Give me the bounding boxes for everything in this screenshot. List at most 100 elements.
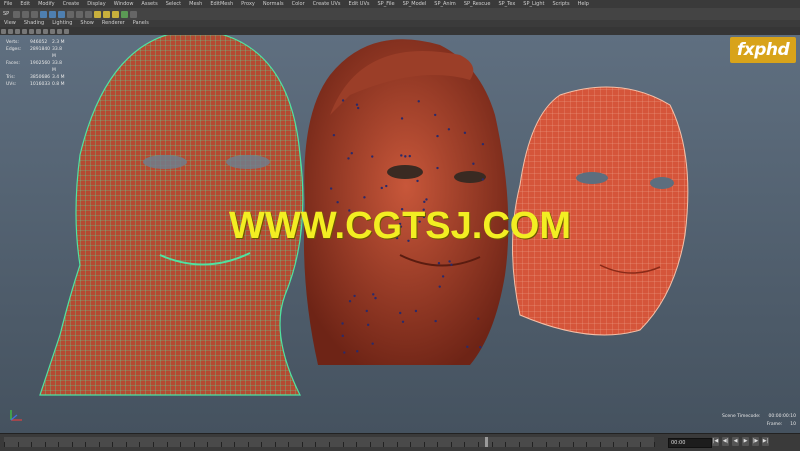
wireframe-icon[interactable] (29, 28, 34, 34)
step-forward-key-button[interactable]: |▶ (752, 437, 759, 446)
tracking-marker (348, 300, 352, 303)
timecode-value: 10 (790, 422, 796, 427)
tracking-marker (372, 293, 375, 296)
panel-menu-shading[interactable]: Shading (20, 20, 48, 27)
ipr-render-icon[interactable] (103, 10, 111, 18)
tracking-marker (425, 198, 428, 201)
tracking-marker (363, 196, 366, 199)
ruler-tick (450, 442, 452, 447)
xray-icon[interactable] (64, 28, 69, 34)
3d-viewport[interactable]: Verts: 946052 2.3 M Edges: 2891840 33.8 M Face… (0, 35, 800, 433)
save-scene-icon[interactable] (31, 10, 39, 18)
hud-stat-a: 3850686 (30, 75, 51, 80)
tracking-marker (463, 131, 467, 135)
input-line-icon[interactable] (130, 10, 138, 18)
panel-menu-renderer[interactable]: Renderer (98, 20, 129, 27)
smooth-shade-icon[interactable] (36, 28, 41, 34)
time-ruler[interactable] (4, 437, 655, 447)
menu-sp-rescue[interactable]: SP_Rescue (460, 0, 495, 8)
tracking-marker (374, 296, 377, 300)
open-scene-icon[interactable] (22, 10, 30, 18)
current-time-cursor[interactable] (485, 437, 488, 447)
menu-edit-uvs[interactable]: Edit UVs (345, 0, 374, 8)
panel-menu-lighting[interactable]: Lighting (48, 20, 76, 27)
play-forward-button[interactable]: ▶ (742, 437, 749, 446)
ruler-tick (125, 442, 127, 447)
tracking-marker (341, 322, 344, 325)
ruler-tick (261, 442, 263, 447)
snap-curve-icon[interactable] (76, 10, 84, 18)
ruler-tick (44, 442, 46, 447)
textured-head-model[interactable] (303, 39, 509, 366)
ruler-tick (477, 442, 479, 447)
ruler-tick (369, 442, 371, 447)
menu-sp-light[interactable]: SP_Light (519, 0, 548, 8)
camera-attributes-icon[interactable] (1, 28, 6, 34)
grid-toggle-icon[interactable] (22, 28, 27, 34)
menu-scripts[interactable]: Scripts (548, 0, 573, 8)
hud-stat-row: Verts: 946052 2.3 M (6, 39, 66, 46)
lights-icon[interactable] (50, 28, 55, 34)
tracking-marker (341, 99, 345, 102)
menu-normals[interactable]: Normals (259, 0, 288, 8)
menu-sp-anim[interactable]: SP_Anim (430, 0, 460, 8)
menu-sp-file[interactable]: SP_File (374, 0, 399, 8)
select-object-icon[interactable] (49, 10, 57, 18)
hud-stat-a: 1902560 (30, 61, 51, 66)
play-backward-button[interactable]: ◀ (732, 437, 739, 446)
menu-color[interactable]: Color (288, 0, 309, 8)
hud-stat-row: Edges: 2891840 33.8 M (6, 46, 66, 60)
menu-display[interactable]: Display (83, 0, 109, 8)
go-to-start-button[interactable]: |◀ (712, 437, 719, 446)
menu-create[interactable]: Create (59, 0, 84, 8)
tracking-marker (356, 350, 359, 353)
snap-point-icon[interactable] (85, 10, 93, 18)
timecode-row: Scene Timecode: 00:00:00:10 (722, 413, 796, 421)
current-time-field[interactable]: 00:00 (668, 438, 712, 448)
panel-menu-view[interactable]: View (0, 20, 20, 27)
step-back-key-button[interactable]: ◀| (722, 437, 729, 446)
ruler-tick (71, 442, 73, 447)
snap-grid-icon[interactable] (67, 10, 75, 18)
menu-window[interactable]: Window (110, 0, 138, 8)
tracking-marker (479, 345, 482, 349)
select-component-icon[interactable] (58, 10, 66, 18)
panel-menu-show[interactable]: Show (76, 20, 98, 27)
isolate-select-icon[interactable] (57, 28, 62, 34)
bookmark-icon[interactable] (8, 28, 13, 34)
render-settings-icon[interactable] (112, 10, 120, 18)
hud-stat-b: 2.3 M (52, 40, 65, 45)
ruler-tick (356, 442, 358, 447)
hud-stat-row: Tris: 3850686 3.4 M (6, 74, 66, 81)
new-scene-icon[interactable] (13, 10, 21, 18)
menu-sp-model[interactable]: SP_Model (399, 0, 431, 8)
image-plane-icon[interactable] (15, 28, 20, 34)
ruler-tick (599, 442, 601, 447)
menu-file[interactable]: File (0, 0, 16, 8)
hud-stat-row: Faces: 1902560 33.8 M (6, 60, 66, 74)
ruler-tick (4, 442, 5, 447)
tracking-marker (332, 133, 336, 137)
menu-edit[interactable]: Edit (16, 0, 34, 8)
hud-stat-label: Tris: (6, 75, 16, 80)
menu-sp-tex[interactable]: SP_Tex (494, 0, 519, 8)
menu-mesh[interactable]: Mesh (185, 0, 206, 8)
hud-stat-row: UVs: 1016033 0.8 M (6, 81, 66, 88)
ruler-tick (247, 442, 249, 447)
go-to-end-button[interactable]: ▶| (762, 437, 769, 446)
textured-icon[interactable] (43, 28, 48, 34)
menu-create-uvs[interactable]: Create UVs (309, 0, 345, 8)
menu-assets[interactable]: Assets (137, 0, 161, 8)
hud-stat-b: 33.8 M (52, 47, 63, 59)
menu-proxy[interactable]: Proxy (237, 0, 259, 8)
panel-menu-panels[interactable]: Panels (129, 20, 153, 27)
render-icon[interactable] (94, 10, 102, 18)
menu-set-selector[interactable]: SP (0, 11, 12, 17)
hypershade-icon[interactable] (121, 10, 129, 18)
menu-help[interactable]: Help (574, 0, 593, 8)
menu-select[interactable]: Select (162, 0, 185, 8)
menu-modify[interactable]: Modify (34, 0, 59, 8)
tracking-marker (353, 294, 356, 298)
menu-editmesh[interactable]: EditMesh (206, 0, 237, 8)
select-hierarchy-icon[interactable] (40, 10, 48, 18)
